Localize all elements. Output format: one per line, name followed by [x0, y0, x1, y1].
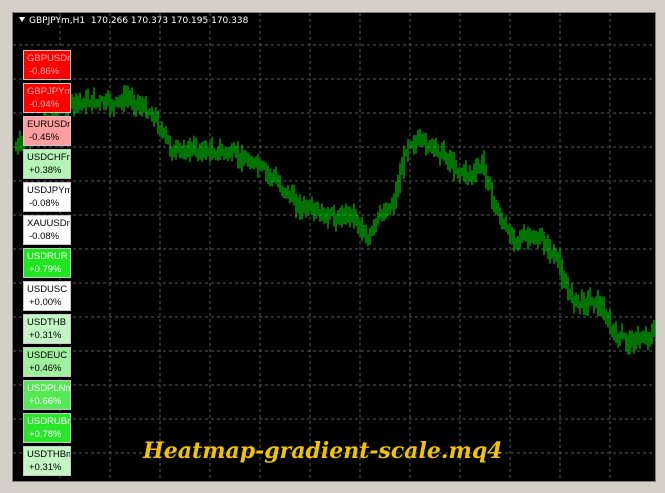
heatmap-tile[interactable]: USDTHBm +0.31% — [23, 446, 71, 476]
chart-symbol: GBPJPYm,H1 — [29, 16, 86, 26]
tile-symbol: GBPUSDm — [27, 53, 71, 64]
terminal-window: GBPJPYm,H1 170.266 170.373 170.195 170.3… — [0, 0, 665, 493]
heatmap-panel: GBPUSDm -0.86% GBPJPYm -0.94% EURUSDm -0.45% U… — [23, 50, 71, 479]
chart-title-bar: GBPJPYm,H1 170.266 170.373 170.195 170.3… — [19, 16, 248, 26]
tile-change: +0.31% — [29, 462, 62, 473]
indicator-watermark: Heatmap-gradient-scale.mq4 — [143, 438, 503, 464]
heatmap-tile[interactable]: XAUUSDm -0.08% — [23, 215, 71, 245]
heatmap-tile[interactable]: USDCHFm +0.38% — [23, 149, 71, 179]
tile-change: +0.79% — [29, 264, 62, 275]
tile-change: -0.86% — [29, 66, 60, 77]
tile-change: +0.00% — [29, 297, 62, 308]
heatmap-tile[interactable]: USDTHB +0.31% — [23, 314, 71, 344]
heatmap-tile[interactable]: GBPUSDm -0.86% — [23, 50, 71, 80]
heatmap-tile[interactable]: USDRUR +0.79% — [23, 248, 71, 278]
tile-change: -0.08% — [29, 231, 60, 242]
chart-grid — [13, 13, 655, 481]
tile-symbol: USDPLNm — [27, 383, 71, 394]
price-bars — [15, 85, 655, 355]
heatmap-tile[interactable]: USDRUBm +0.78% — [23, 413, 71, 443]
tile-change: -0.45% — [29, 132, 60, 143]
tile-symbol: GBPJPYm — [27, 86, 71, 97]
heatmap-tile[interactable]: USDJPYm -0.08% — [23, 182, 71, 212]
tile-symbol: USDTHBm — [27, 449, 71, 460]
ohlc-high: 170.373 — [130, 16, 169, 26]
tile-change: +0.31% — [29, 330, 62, 341]
tile-change: +0.38% — [29, 165, 62, 176]
tile-symbol: USDRUR — [27, 251, 68, 262]
heatmap-tile[interactable]: USDEUC +0.46% — [23, 347, 71, 377]
heatmap-tile[interactable]: EURUSDm -0.45% — [23, 116, 71, 146]
ohlc-close: 170.338 — [211, 16, 249, 26]
tile-symbol: EURUSDm — [27, 119, 71, 130]
tile-change: -0.94% — [29, 99, 60, 110]
chart-canvas[interactable] — [13, 13, 655, 481]
tile-change: +0.46% — [29, 363, 62, 374]
dropdown-arrow-icon — [19, 17, 25, 22]
heatmap-tile[interactable]: GBPJPYm -0.94% — [23, 83, 71, 113]
price-chart[interactable]: GBPJPYm,H1 170.266 170.373 170.195 170.3… — [12, 12, 656, 482]
tile-change: +0.78% — [29, 429, 62, 440]
tile-symbol: USDRUBm — [27, 416, 71, 427]
tile-symbol: USDUSC — [27, 284, 68, 295]
tile-symbol: USDEUC — [27, 350, 68, 361]
ohlc-low: 170.195 — [171, 16, 209, 26]
tile-symbol: XAUUSDm — [27, 218, 71, 229]
tile-change: -0.08% — [29, 198, 60, 209]
heatmap-tile[interactable]: USDUSC +0.00% — [23, 281, 71, 311]
tile-change: +0.66% — [29, 396, 62, 407]
tile-symbol: USDJPYm — [27, 185, 71, 196]
heatmap-tile[interactable]: USDPLNm +0.66% — [23, 380, 71, 410]
tile-symbol: USDCHFm — [27, 152, 71, 163]
ohlc-open: 170.266 — [90, 16, 129, 26]
tile-symbol: USDTHB — [27, 317, 67, 328]
